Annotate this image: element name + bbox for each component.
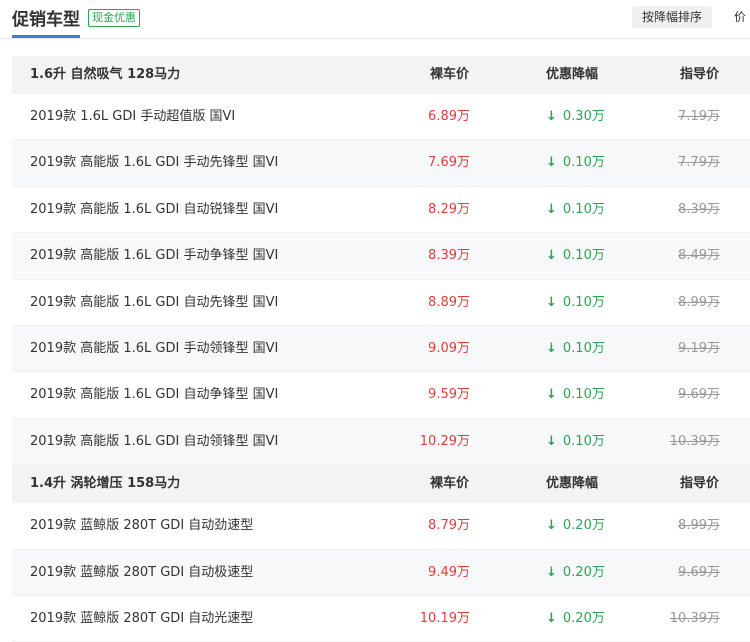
discount-value: 0.10万: [562, 155, 605, 171]
sort-by-drop-button[interactable]: 按降幅排序: [632, 6, 712, 28]
active-tab-underline: [12, 35, 80, 38]
engine-spec-label: 1.4升 涡轮增压 158马力: [30, 476, 181, 492]
car-model-name[interactable]: 2019款 高能版 1.6L GDI 自动锐锋型 国VI: [30, 187, 278, 233]
group-header: 1.6升 自然吸气 128马力 裸车价 优惠降幅 指导价: [12, 56, 750, 94]
column-header-price: 裸车价: [430, 67, 470, 82]
discount-amount: ↓ 0.10万: [546, 280, 605, 326]
arrow-down-icon: ↓: [546, 155, 557, 171]
car-model-row[interactable]: 2019款 高能版 1.6L GDI 自动锐锋型 国VI 8.29万 ↓ 0.10万 8…: [12, 187, 750, 234]
msrp-price: 9.69万: [678, 564, 720, 580]
arrow-down-icon: ↓: [546, 518, 557, 534]
car-model-row[interactable]: 2019款 蓝鲸版 280T GDI 自动光速型 10.19万 ↓ 0.20万 10.3…: [12, 596, 750, 642]
discount-amount: ↓ 0.10万: [546, 187, 605, 233]
car-model-name[interactable]: 2019款 高能版 1.6L GDI 手动先锋型 国VI: [30, 140, 278, 186]
net-price: 8.89万: [428, 294, 470, 310]
net-price: 6.89万: [428, 109, 470, 124]
column-header-discount: 优惠降幅: [546, 67, 599, 82]
car-model-name[interactable]: 2019款 高能版 1.6L GDI 自动先锋型 国VI: [30, 280, 278, 326]
car-model-row[interactable]: 2019款 高能版 1.6L GDI 手动领锋型 国VI 9.09万 ↓ 0.10万 9…: [12, 325, 750, 373]
discount-value: 0.10万: [562, 201, 605, 217]
discount-value: 0.20万: [562, 564, 605, 580]
net-price: 10.29万: [419, 433, 470, 449]
net-price: 8.79万: [428, 518, 470, 534]
discount-value: 0.20万: [562, 518, 605, 534]
promo-car-list: 1.6升 自然吸气 128马力 裸车价 优惠降幅 指导价 2019款 1.6L GDI …: [12, 56, 750, 642]
car-model-row[interactable]: 2019款 高能版 1.6L GDI 手动争锋型 国VI 8.39万 ↓ 0.10万 8…: [12, 233, 750, 280]
discount-value: 0.10万: [562, 248, 605, 264]
column-header-msrp: 指导价: [680, 67, 720, 82]
arrow-down-icon: ↓: [546, 387, 557, 403]
car-model-row[interactable]: 2019款 高能版 1.6L GDI 手动先锋型 国VI 7.69万 ↓ 0.10万 7…: [12, 140, 750, 187]
arrow-down-icon: ↓: [546, 433, 557, 449]
car-model-row[interactable]: 2019款 高能版 1.6L GDI 自动领锋型 国VI 10.29万 ↓ 0.10万…: [12, 418, 750, 466]
net-price: 9.49万: [428, 564, 470, 580]
column-header-msrp: 指导价: [680, 476, 720, 492]
car-model-name[interactable]: 2019款 高能版 1.6L GDI 手动争锋型 国VI: [30, 233, 278, 279]
car-model-row[interactable]: 2019款 蓝鲸版 280T GDI 自动极速型 9.49万 ↓ 0.20万 9.69万: [12, 549, 750, 596]
net-price: 8.29万: [428, 201, 470, 217]
group-header: 1.4升 涡轮增压 158马力 裸车价 优惠降幅 指导价: [12, 465, 750, 504]
car-model-row[interactable]: 2019款 高能版 1.6L GDI 自动争锋型 国VI 9.59万 ↓ 0.10万 9…: [12, 372, 750, 419]
discount-amount: ↓ 0.20万: [546, 550, 605, 596]
car-model-name[interactable]: 2019款 蓝鲸版 280T GDI 自动劲速型: [30, 503, 253, 549]
msrp-price: 8.99万: [678, 518, 720, 534]
discount-amount: ↓ 0.20万: [546, 503, 605, 549]
arrow-down-icon: ↓: [546, 201, 557, 217]
net-price: 9.59万: [428, 387, 470, 403]
arrow-down-icon: ↓: [546, 248, 557, 264]
discount-amount: ↓ 0.10万: [546, 140, 605, 186]
msrp-price: 10.39万: [669, 610, 720, 626]
car-model-name[interactable]: 2019款 高能版 1.6L GDI 自动争锋型 国VI: [30, 372, 278, 418]
car-model-row[interactable]: 2019款 高能版 1.6L GDI 自动先锋型 国VI 8.89万 ↓ 0.10万 8…: [12, 280, 750, 326]
discount-amount: ↓ 0.30万: [546, 94, 605, 140]
section-title: 促销车型: [12, 10, 80, 30]
column-header-discount: 优惠降幅: [546, 476, 599, 492]
discount-value: 0.30万: [562, 109, 605, 124]
car-model-row[interactable]: 2019款 1.6L GDI 手动超值版 国VI 6.89万 ↓ 0.30万 7.19万: [12, 94, 750, 141]
discount-amount: ↓ 0.10万: [546, 372, 605, 418]
discount-amount: ↓ 0.10万: [546, 419, 605, 465]
net-price: 7.69万: [428, 155, 470, 171]
arrow-down-icon: ↓: [546, 564, 557, 580]
arrow-down-icon: ↓: [546, 340, 557, 356]
msrp-price: 10.39万: [669, 433, 720, 449]
msrp-price: 8.49万: [678, 248, 720, 264]
discount-amount: ↓ 0.20万: [546, 596, 605, 642]
car-model-name[interactable]: 2019款 高能版 1.6L GDI 手动领锋型 国VI: [30, 326, 278, 372]
msrp-price: 7.19万: [678, 109, 720, 124]
column-header-price: 裸车价: [430, 476, 470, 492]
arrow-down-icon: ↓: [546, 294, 557, 310]
sort-by-price-button[interactable]: 价: [734, 6, 746, 28]
msrp-price: 9.69万: [678, 387, 720, 403]
arrow-down-icon: ↓: [546, 610, 557, 626]
discount-value: 0.10万: [562, 294, 605, 310]
arrow-down-icon: ↓: [546, 109, 557, 124]
car-model-row[interactable]: 2019款 蓝鲸版 280T GDI 自动劲速型 8.79万 ↓ 0.20万 8.99万: [12, 503, 750, 550]
section-header: 促销车型 现金优惠 按降幅排序 价: [0, 0, 750, 39]
discount-value: 0.10万: [562, 387, 605, 403]
car-model-name[interactable]: 2019款 1.6L GDI 手动超值版 国VI: [30, 94, 235, 140]
discount-amount: ↓ 0.10万: [546, 233, 605, 279]
discount-amount: ↓ 0.10万: [546, 326, 605, 372]
net-price: 9.09万: [428, 340, 470, 356]
discount-value: 0.10万: [562, 340, 605, 356]
msrp-price: 8.99万: [678, 294, 720, 310]
msrp-price: 7.79万: [678, 155, 720, 171]
cash-discount-badge: 现金优惠: [88, 9, 140, 27]
car-model-name[interactable]: 2019款 蓝鲸版 280T GDI 自动极速型: [30, 550, 253, 596]
engine-spec-label: 1.6升 自然吸气 128马力: [30, 67, 181, 82]
net-price: 8.39万: [428, 248, 470, 264]
discount-value: 0.20万: [562, 610, 605, 626]
net-price: 10.19万: [419, 610, 470, 626]
msrp-price: 9.19万: [678, 340, 720, 356]
car-model-name[interactable]: 2019款 高能版 1.6L GDI 自动领锋型 国VI: [30, 419, 278, 465]
discount-value: 0.10万: [562, 433, 605, 449]
car-model-name[interactable]: 2019款 蓝鲸版 280T GDI 自动光速型: [30, 596, 253, 642]
msrp-price: 8.39万: [678, 201, 720, 217]
